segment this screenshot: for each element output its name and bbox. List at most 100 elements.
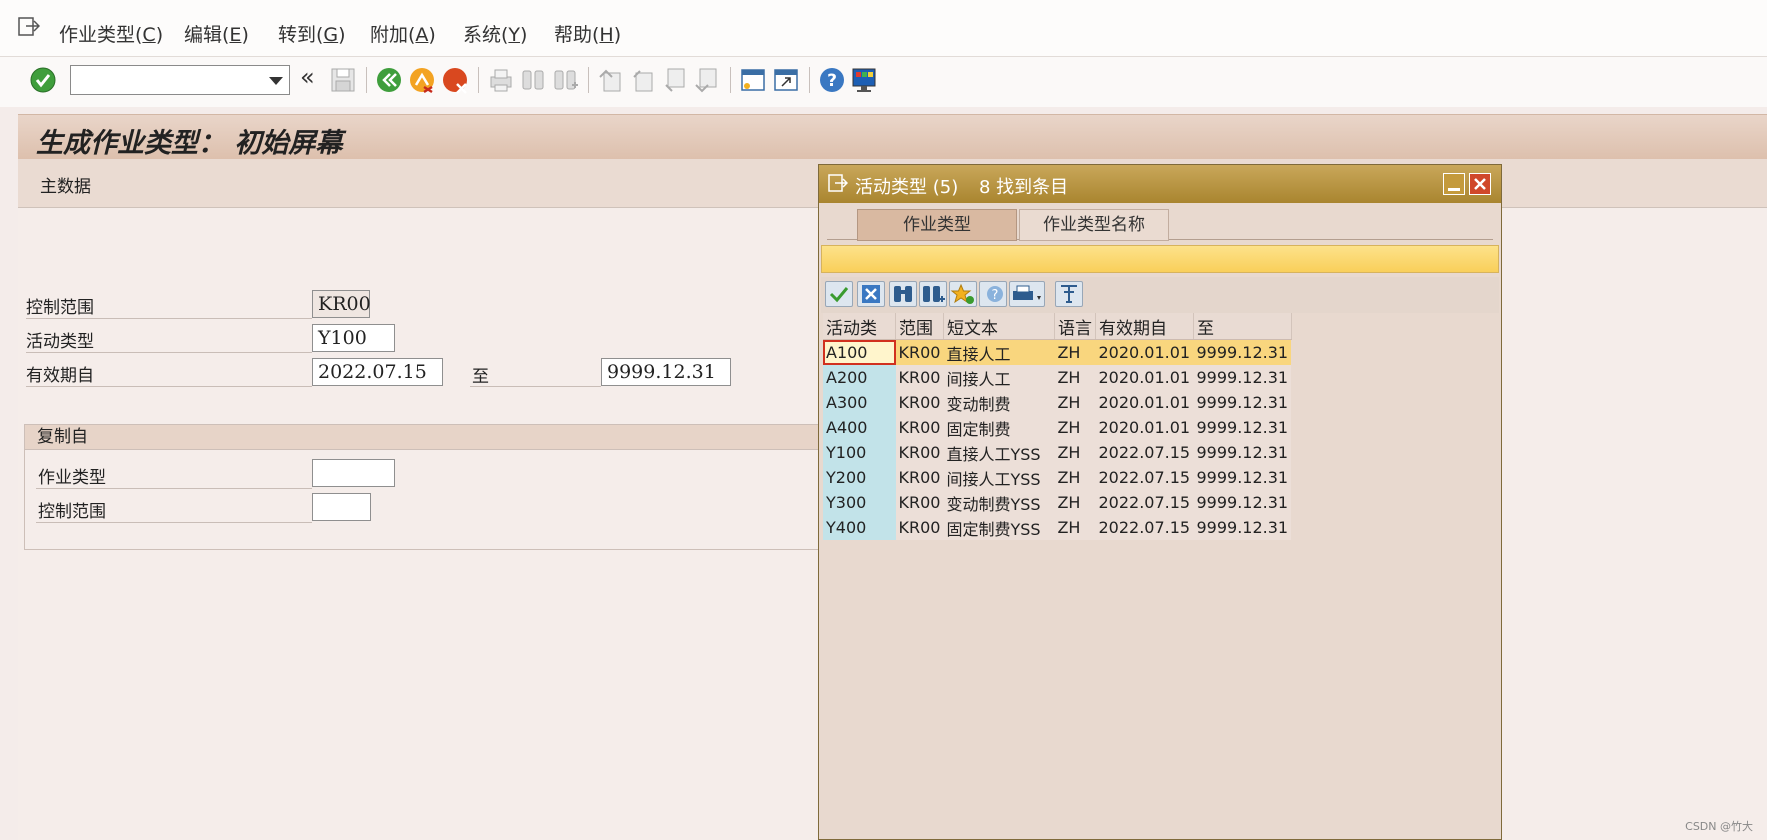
column-header-activity-type[interactable]: 活动类 xyxy=(823,313,896,340)
cell-short-text[interactable]: 直接人工YSS xyxy=(943,440,1055,465)
back-icon[interactable] xyxy=(374,65,404,95)
cell-language[interactable]: ZH xyxy=(1054,465,1096,490)
cell-language[interactable]: ZH xyxy=(1054,515,1096,540)
menu-goto[interactable]: 转到(G) xyxy=(278,20,346,47)
cell-valid-from[interactable]: 2022.07.15 xyxy=(1095,515,1194,540)
personal-list-button[interactable] xyxy=(949,281,977,307)
sort-button[interactable] xyxy=(1055,281,1083,307)
cell-valid-to[interactable]: 9999.12.31 xyxy=(1193,415,1292,440)
find-button[interactable] xyxy=(889,281,917,307)
cell-valid-from[interactable]: 2020.01.01 xyxy=(1095,390,1194,415)
chevron-down-icon[interactable] xyxy=(269,77,283,85)
cell-activity-type[interactable]: A100 xyxy=(823,339,896,365)
menu-exit-icon[interactable] xyxy=(18,17,40,37)
table-row[interactable]: Y400 KR00 固定制费YSS ZH 2022.07.15 9999.12.… xyxy=(823,515,1292,540)
info-button[interactable]: ? xyxy=(979,281,1007,307)
cell-short-text[interactable]: 变动制费YSS xyxy=(943,490,1055,515)
copy-controlling-area-field[interactable] xyxy=(312,493,371,521)
cell-short-text[interactable]: 间接人工 xyxy=(943,365,1055,390)
cell-language[interactable]: ZH xyxy=(1054,490,1096,515)
cell-area[interactable]: KR00 xyxy=(895,365,944,390)
cell-language[interactable]: ZH xyxy=(1054,365,1096,390)
tab-activity-type-name[interactable]: 作业类型名称 xyxy=(1019,209,1169,241)
menu-help[interactable]: 帮助(H) xyxy=(554,20,621,47)
cell-valid-from[interactable]: 2020.01.01 xyxy=(1095,365,1194,390)
cell-activity-type[interactable]: Y200 xyxy=(823,465,896,490)
cell-valid-from[interactable]: 2020.01.01 xyxy=(1095,339,1194,365)
cell-short-text[interactable]: 固定制费YSS xyxy=(943,515,1055,540)
column-header-area[interactable]: 范围 xyxy=(895,313,944,340)
copy-activity-type-field[interactable] xyxy=(312,459,395,487)
help-icon[interactable]: ? xyxy=(817,65,847,95)
copy-button[interactable] xyxy=(825,281,853,307)
menu-system[interactable]: 系统(Y) xyxy=(463,20,527,47)
valid-to-field[interactable]: 9999.12.31 xyxy=(601,358,731,386)
table-row[interactable]: A200 KR00 间接人工 ZH 2020.01.01 9999.12.31 xyxy=(823,365,1292,390)
print-button[interactable] xyxy=(1009,281,1045,307)
cell-valid-to[interactable]: 9999.12.31 xyxy=(1193,339,1292,365)
cell-area[interactable]: KR00 xyxy=(895,490,944,515)
collapse-chevrons-icon[interactable]: « xyxy=(300,63,315,91)
cell-area[interactable]: KR00 xyxy=(895,440,944,465)
cell-short-text[interactable]: 直接人工 xyxy=(943,339,1055,365)
exit-icon[interactable] xyxy=(407,65,437,95)
column-header-valid-to[interactable]: 至 xyxy=(1193,313,1292,340)
menu-activity-type[interactable]: 作业类型(C) xyxy=(59,20,163,47)
menu-extras[interactable]: 附加(A) xyxy=(370,20,436,47)
cell-area[interactable]: KR00 xyxy=(895,339,944,365)
enter-check-icon[interactable] xyxy=(28,65,58,95)
table-row[interactable]: Y100 KR00 直接人工YSS ZH 2022.07.15 9999.12.… xyxy=(823,440,1292,465)
cell-valid-to[interactable]: 9999.12.31 xyxy=(1193,490,1292,515)
restriction-bar[interactable] xyxy=(821,245,1499,273)
cell-short-text[interactable]: 间接人工YSS xyxy=(943,465,1055,490)
cell-language[interactable]: ZH xyxy=(1054,339,1096,365)
cell-language[interactable]: ZH xyxy=(1054,390,1096,415)
valid-from-field[interactable]: 2022.07.15 xyxy=(312,358,443,386)
table-row[interactable]: A300 KR00 变动制费 ZH 2020.01.01 9999.12.31 xyxy=(823,390,1292,415)
cell-short-text[interactable]: 固定制费 xyxy=(943,415,1055,440)
copy-from-group: 复制自 xyxy=(24,424,826,550)
cell-valid-from[interactable]: 2022.07.15 xyxy=(1095,465,1194,490)
customize-layout-icon[interactable] xyxy=(849,65,879,95)
table-row[interactable]: Y200 KR00 间接人工YSS ZH 2022.07.15 9999.12.… xyxy=(823,465,1292,490)
cell-activity-type[interactable]: Y300 xyxy=(823,490,896,515)
cell-activity-type[interactable]: Y100 xyxy=(823,440,896,465)
cell-valid-from[interactable]: 2022.07.15 xyxy=(1095,440,1194,465)
cell-valid-from[interactable]: 2020.01.01 xyxy=(1095,415,1194,440)
cell-valid-to[interactable]: 9999.12.31 xyxy=(1193,440,1292,465)
cell-area[interactable]: KR00 xyxy=(895,390,944,415)
create-shortcut-icon[interactable] xyxy=(771,65,801,95)
cell-area[interactable]: KR00 xyxy=(895,465,944,490)
column-header-valid-from[interactable]: 有效期自 xyxy=(1095,313,1194,340)
cell-area[interactable]: KR00 xyxy=(895,515,944,540)
cell-valid-from[interactable]: 2022.07.15 xyxy=(1095,490,1194,515)
menu-bar: 作业类型(C) 编辑(E) 转到(G) 附加(A) 系统(Y) 帮助(H) xyxy=(0,0,1767,57)
cell-valid-to[interactable]: 9999.12.31 xyxy=(1193,515,1292,540)
tab-activity-type[interactable]: 作业类型 xyxy=(857,209,1017,241)
cell-language[interactable]: ZH xyxy=(1054,440,1096,465)
command-field[interactable] xyxy=(70,65,290,95)
table-row[interactable]: A400 KR00 固定制费 ZH 2020.01.01 9999.12.31 xyxy=(823,415,1292,440)
cell-activity-type[interactable]: A300 xyxy=(823,390,896,415)
activity-type-field[interactable]: Y100 xyxy=(312,324,395,352)
table-row[interactable]: Y300 KR00 变动制费YSS ZH 2022.07.15 9999.12.… xyxy=(823,490,1292,515)
column-header-short-text[interactable]: 短文本 xyxy=(943,313,1055,340)
find-next-button[interactable] xyxy=(919,281,947,307)
cell-activity-type[interactable]: A400 xyxy=(823,415,896,440)
cell-language[interactable]: ZH xyxy=(1054,415,1096,440)
minimize-button[interactable] xyxy=(1443,173,1465,195)
cell-activity-type[interactable]: A200 xyxy=(823,365,896,390)
cell-valid-to[interactable]: 9999.12.31 xyxy=(1193,390,1292,415)
cell-activity-type[interactable]: Y400 xyxy=(823,515,896,540)
menu-edit[interactable]: 编辑(E) xyxy=(184,20,249,47)
cell-valid-to[interactable]: 9999.12.31 xyxy=(1193,365,1292,390)
cell-valid-to[interactable]: 9999.12.31 xyxy=(1193,465,1292,490)
cell-short-text[interactable]: 变动制费 xyxy=(943,390,1055,415)
cell-area[interactable]: KR00 xyxy=(895,415,944,440)
cancel-icon[interactable] xyxy=(440,65,470,95)
close-button[interactable] xyxy=(1469,173,1491,195)
create-session-icon[interactable] xyxy=(738,65,768,95)
cancel-button[interactable] xyxy=(857,281,885,307)
table-row[interactable]: A100 KR00 直接人工 ZH 2020.01.01 9999.12.31 xyxy=(823,339,1292,365)
column-header-language[interactable]: 语言 xyxy=(1054,313,1096,340)
